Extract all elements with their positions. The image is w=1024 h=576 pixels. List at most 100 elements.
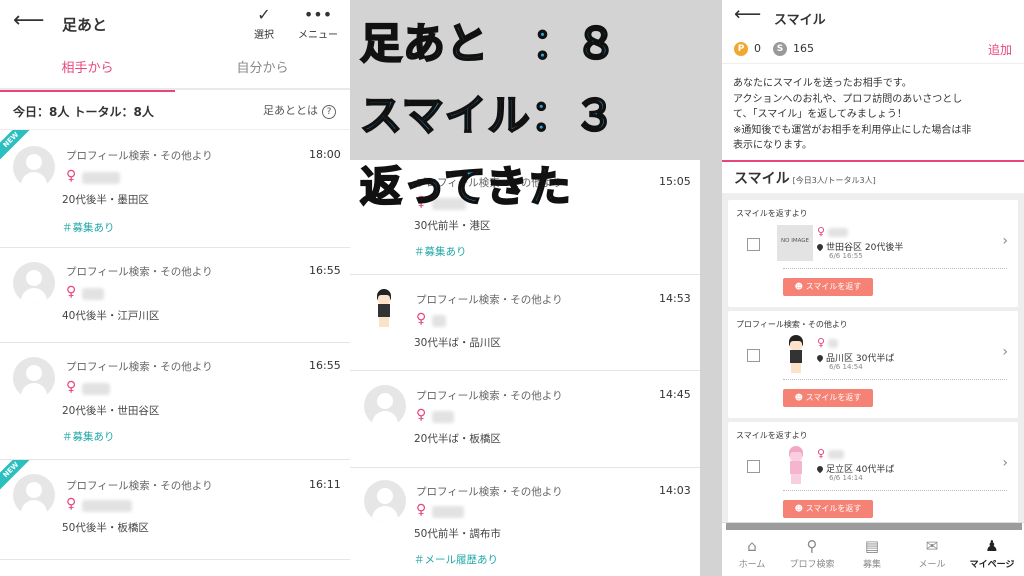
- footprints-header: ⟵ 足あと ✓ 選択 ••• メニュー: [0, 0, 350, 48]
- age-area: 20代後半・世田谷区: [62, 405, 160, 417]
- age-area: 50代前半・調布市: [414, 528, 501, 540]
- smile-count: [今日3人/トータル3人]: [792, 176, 876, 185]
- nav-mypage[interactable]: ♟ マイページ: [962, 537, 1022, 570]
- button-label: スマイルを返す: [805, 282, 862, 291]
- tab-from-others[interactable]: 相手から: [0, 48, 175, 92]
- avatar: [13, 262, 55, 304]
- footprint-time: 14:03: [659, 484, 691, 497]
- footprints-list-continued: プロフィール検索・その他より 15:05 ♀ 30代前半・港区 ＃募集あり プロ…: [350, 160, 700, 576]
- recruiting-tag[interactable]: ＃募集あり: [62, 220, 115, 235]
- female-icon: ♀: [416, 502, 427, 518]
- smile-panel: ⟵ スマイル P 0 S 165 追加 あなたにスマイルを送ったお相手です。 ア…: [722, 0, 1024, 576]
- return-smile-button[interactable]: ☻ スマイルを返す: [783, 278, 873, 296]
- user-icon: ♟: [985, 537, 999, 555]
- female-icon: ♀: [66, 496, 77, 512]
- back-arrow-icon[interactable]: ⟵: [13, 8, 45, 33]
- footprint-time: 14:45: [659, 388, 691, 401]
- select-label: 選択: [254, 30, 274, 41]
- blurred-username: [432, 411, 454, 423]
- card-source: プロフィール検索・その他より: [736, 320, 848, 329]
- footprint-source: プロフィール検索・その他より: [66, 361, 213, 373]
- no-image-thumbnail: NO IMAGE: [777, 225, 813, 261]
- return-smile-button[interactable]: ☻ スマイルを返す: [783, 389, 873, 407]
- nav-label: ホーム: [738, 560, 766, 570]
- menu-button[interactable]: ••• メニュー: [298, 5, 338, 42]
- add-points-link[interactable]: 追加: [988, 41, 1012, 58]
- s-points-value: 165: [793, 42, 814, 55]
- chevron-right-icon[interactable]: ›: [1002, 455, 1008, 471]
- nav-home[interactable]: ⌂ ホーム: [722, 537, 782, 570]
- footprint-item[interactable]: NEW プロフィール検索・その他より 16:11 ♀ 50代後半・板橋区: [0, 460, 350, 560]
- return-smile-button[interactable]: ☻ スマイルを返す: [783, 500, 873, 518]
- avatar: [364, 480, 406, 522]
- smile-title: スマイル: [734, 171, 790, 187]
- footprint-source: プロフィール検索・その他より: [66, 480, 213, 492]
- select-checkbox[interactable]: [747, 349, 760, 362]
- footprint-time: 14:53: [659, 292, 691, 305]
- avatar-character-icon: [372, 289, 396, 329]
- blurred-username: [828, 228, 848, 237]
- footprint-source: プロフィール検索・その他より: [416, 294, 563, 306]
- p-points-value: 0: [754, 42, 761, 55]
- footprint-time: 16:55: [309, 264, 341, 277]
- desc-line: 表示になります。: [733, 140, 812, 151]
- nav-recruit[interactable]: ▤ 募集: [842, 537, 902, 570]
- footprint-item[interactable]: NEW プロフィール検索・その他より 18:00 ♀ 20代後半・墨田区 ＃募集…: [0, 130, 350, 248]
- smile-header: ⟵ スマイル: [722, 0, 1024, 34]
- mail-icon: ✉: [925, 537, 939, 555]
- card-datetime: 6/6 16:55: [829, 252, 863, 260]
- footprint-item[interactable]: プロフィール検索・その他より 14:03 ♀ 50代前半・調布市 ＃メール履歴あ…: [350, 468, 700, 576]
- mail-history-tag[interactable]: ＃メール履歴あり: [414, 552, 498, 567]
- footprint-time: 16:11: [309, 478, 341, 491]
- desc-line: ※通知後でも運営がお相手を利用停止にした場合は非: [733, 124, 972, 136]
- page-title: 足あと: [62, 16, 108, 34]
- smile-card[interactable]: スマイルを返すより NO IMAGE ♀ 世田谷区 20代後半 6/6 16:5…: [728, 200, 1018, 307]
- nav-mail[interactable]: ✉ メール: [902, 537, 962, 570]
- back-arrow-icon[interactable]: ⟵: [734, 3, 761, 25]
- female-icon: ♀: [66, 284, 77, 300]
- footprints-panel: ⟵ 足あと ✓ 選択 ••• メニュー 相手から 自分から 今日：8人 トータル…: [0, 0, 350, 576]
- footprint-source: プロフィール検索・その他より: [416, 390, 563, 402]
- tab-from-me[interactable]: 自分から: [175, 48, 350, 90]
- nav-profile-search[interactable]: ⚲ プロフ検索: [782, 537, 842, 570]
- chevron-right-icon[interactable]: ›: [1002, 344, 1008, 360]
- avatar-character-icon: [784, 446, 808, 486]
- footprint-item[interactable]: プロフィール検索・その他より 16:55 ♀ 20代後半・世田谷区 ＃募集あり: [0, 343, 350, 460]
- footprint-item[interactable]: プロフィール検索・その他より 14:53 ♀ 30代半ば・品川区: [350, 275, 700, 371]
- select-button[interactable]: ✓ 選択: [254, 5, 274, 42]
- recruiting-tag[interactable]: ＃募集あり: [414, 244, 467, 259]
- smile-card[interactable]: スマイルを返すより ♀ 足立区 40代半ば 6/6 14:14 › ☻ スマイル…: [728, 422, 1018, 529]
- footprint-help-link[interactable]: 足あととは?: [263, 102, 336, 119]
- recruiting-tag[interactable]: ＃募集あり: [62, 429, 115, 444]
- totals-text: 今日：8人 トータル：8人: [13, 105, 154, 119]
- overlay-returned: 返ってきた: [359, 162, 572, 212]
- footprint-item[interactable]: プロフィール検索・その他より 16:55 ♀ 40代後半・江戸川区: [0, 248, 350, 343]
- dotted-divider: [783, 268, 1007, 269]
- check-icon: ✓: [257, 5, 271, 24]
- desc-line: アクションへのお礼や、プロフ訪問のあいさつとし: [733, 93, 963, 105]
- footprint-item[interactable]: プロフィール検索・その他より 14:45 ♀ 20代半ば・板橋区: [350, 371, 700, 468]
- page-title: スマイル: [774, 13, 826, 28]
- nav-strip: [726, 523, 1022, 530]
- female-icon: ♀: [66, 168, 77, 184]
- select-checkbox[interactable]: [747, 460, 760, 473]
- chevron-right-icon[interactable]: ›: [1002, 233, 1008, 249]
- s-coin-icon: S: [773, 42, 787, 56]
- female-icon: ♀: [416, 311, 427, 327]
- female-icon: ♀: [817, 447, 826, 460]
- search-icon: ⚲: [806, 537, 818, 555]
- smile-card[interactable]: プロフィール検索・その他より ♀ 品川区 30代半ば 6/6 14:54 › ☻…: [728, 311, 1018, 418]
- button-label: スマイルを返す: [805, 504, 862, 513]
- avatar: [13, 357, 55, 399]
- footprint-source: プロフィール検索・その他より: [66, 150, 213, 162]
- select-checkbox[interactable]: [747, 238, 760, 251]
- more-dots-icon: •••: [303, 5, 333, 24]
- female-icon: ♀: [416, 407, 427, 423]
- divider: [722, 160, 1024, 162]
- blurred-username: [432, 506, 464, 518]
- age-area: 20代後半・墨田区: [62, 194, 149, 206]
- footprint-source: プロフィール検索・その他より: [416, 486, 563, 498]
- overlay-smile-count: スマイル：３: [359, 91, 617, 141]
- card-source: スマイルを返すより: [736, 209, 808, 218]
- blurred-username: [828, 450, 844, 459]
